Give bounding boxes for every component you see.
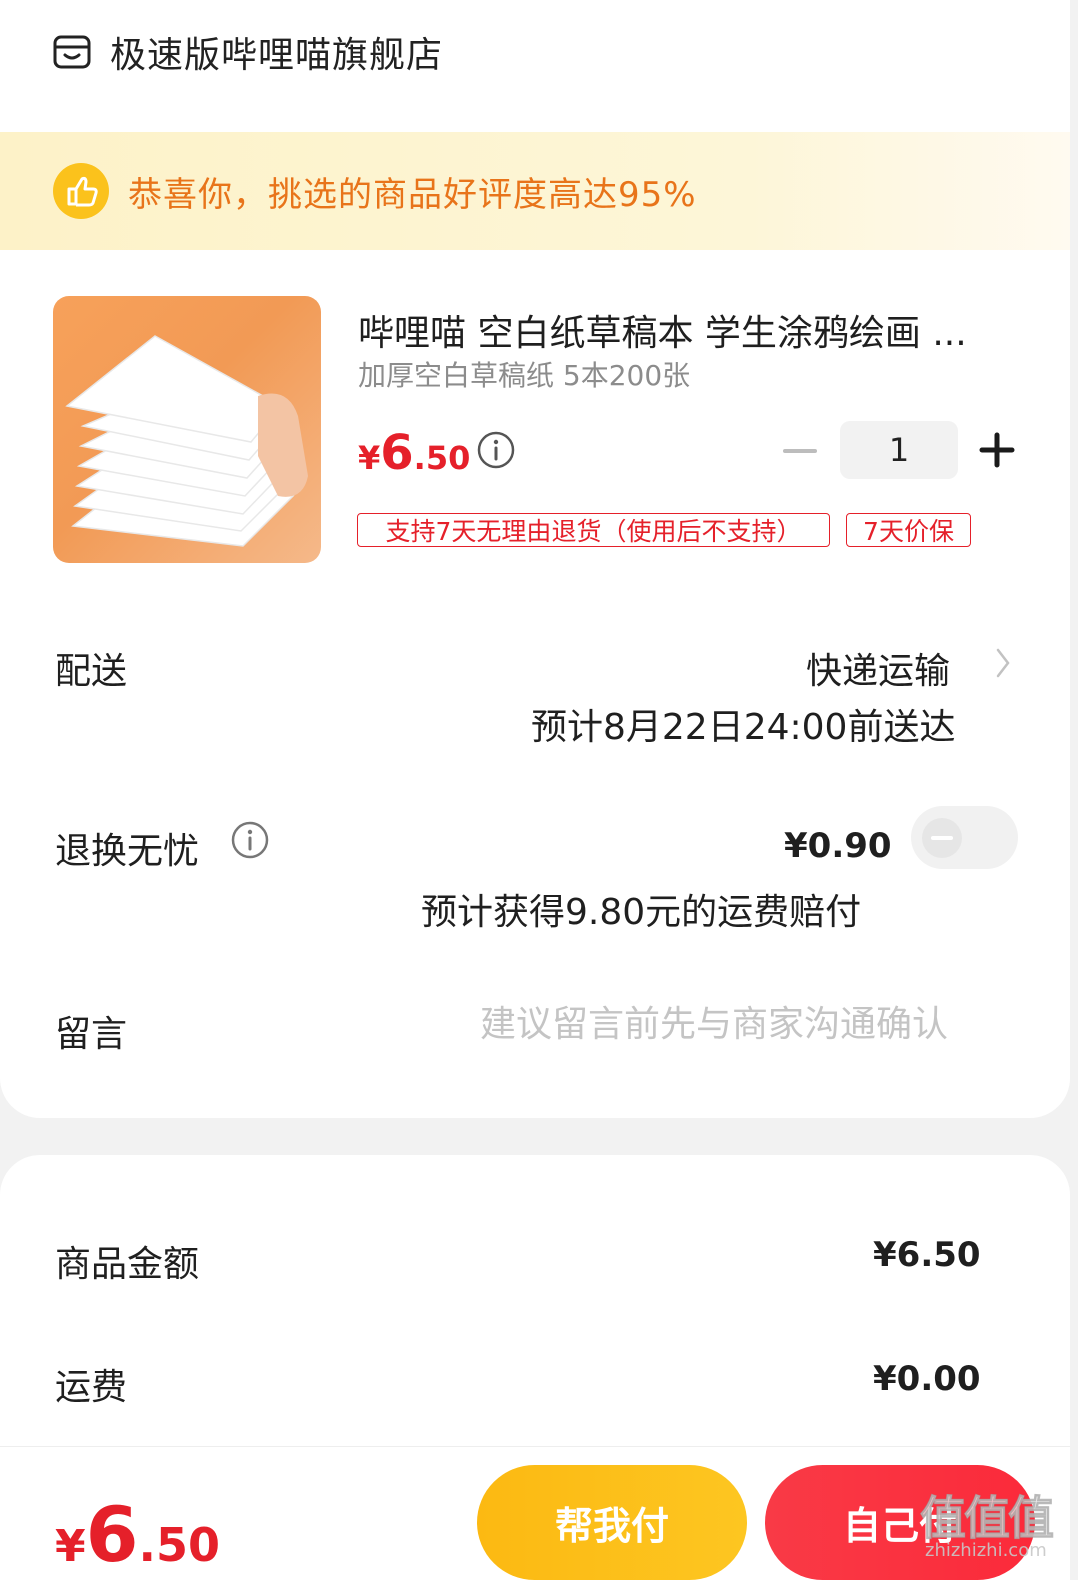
product-spec[interactable]: 加厚空白草稿纸 5本200张 [358,354,690,394]
help-pay-button[interactable]: 帮我付 [477,1465,747,1580]
chevron-right-icon[interactable] [994,646,1012,680]
product-price: ¥ 6 .50 [358,425,470,481]
delivery-method[interactable]: 快递运输 [806,642,950,694]
total-integer: 6 [85,1490,139,1579]
store-header[interactable]: 极速版哔哩喵旗舰店 [52,28,443,76]
price-info-icon[interactable] [476,430,516,470]
return-policy-tag: 支持7天无理由退货（使用后不支持） [357,513,830,547]
total-currency: ¥ [55,1521,86,1572]
quantity-decrease-button[interactable] [782,440,818,462]
store-icon [53,35,91,69]
return-info-icon[interactable] [230,820,270,860]
toggle-off-icon [922,818,962,858]
price-currency: ¥ [358,439,381,477]
product-image[interactable] [53,296,321,563]
return-insurance-note: 预计获得9.80元的运费赔付 [421,892,862,933]
total-price: ¥ 6 .50 [55,1490,220,1579]
watermark-logo: 值值值 [920,1491,1055,1546]
store-name: 极速版哔哩喵旗舰店 [110,35,444,76]
watermark-url: zhizhizhi.com [925,1540,1047,1561]
goods-amount-value: ¥6.50 [873,1235,981,1275]
return-insurance-price: ¥0.90 [784,826,892,866]
quantity-increase-button[interactable] [978,430,1016,470]
thumbs-up-icon [53,163,109,219]
message-input[interactable] [480,1004,1000,1045]
price-protect-tag: 7天价保 [846,513,971,547]
delivery-eta: 预计8月22日24:00前送达 [531,707,956,748]
footer-divider [0,1446,1070,1447]
delivery-label: 配送 [55,651,128,692]
product-title[interactable]: 哔哩喵 空白纸草稿本 学生涂鸦绘画 ... [358,304,1018,356]
paper-stack-illustration [65,335,308,547]
total-decimal: .50 [138,1518,221,1572]
message-label: 留言 [55,1014,128,1055]
praise-banner: 恭喜你，挑选的商品好评度高达95% [0,132,1070,250]
goods-amount-label: 商品金额 [55,1244,200,1285]
shipping-fee-value: ¥0.00 [873,1359,981,1399]
price-decimal: .50 [413,439,471,477]
quantity-input[interactable]: 1 [840,421,958,479]
praise-text: 恭喜你，挑选的商品好评度高达95% [128,174,697,215]
shipping-fee-label: 运费 [55,1367,128,1408]
price-integer: 6 [380,425,414,481]
return-insurance-label: 退换无忧 [55,831,200,872]
